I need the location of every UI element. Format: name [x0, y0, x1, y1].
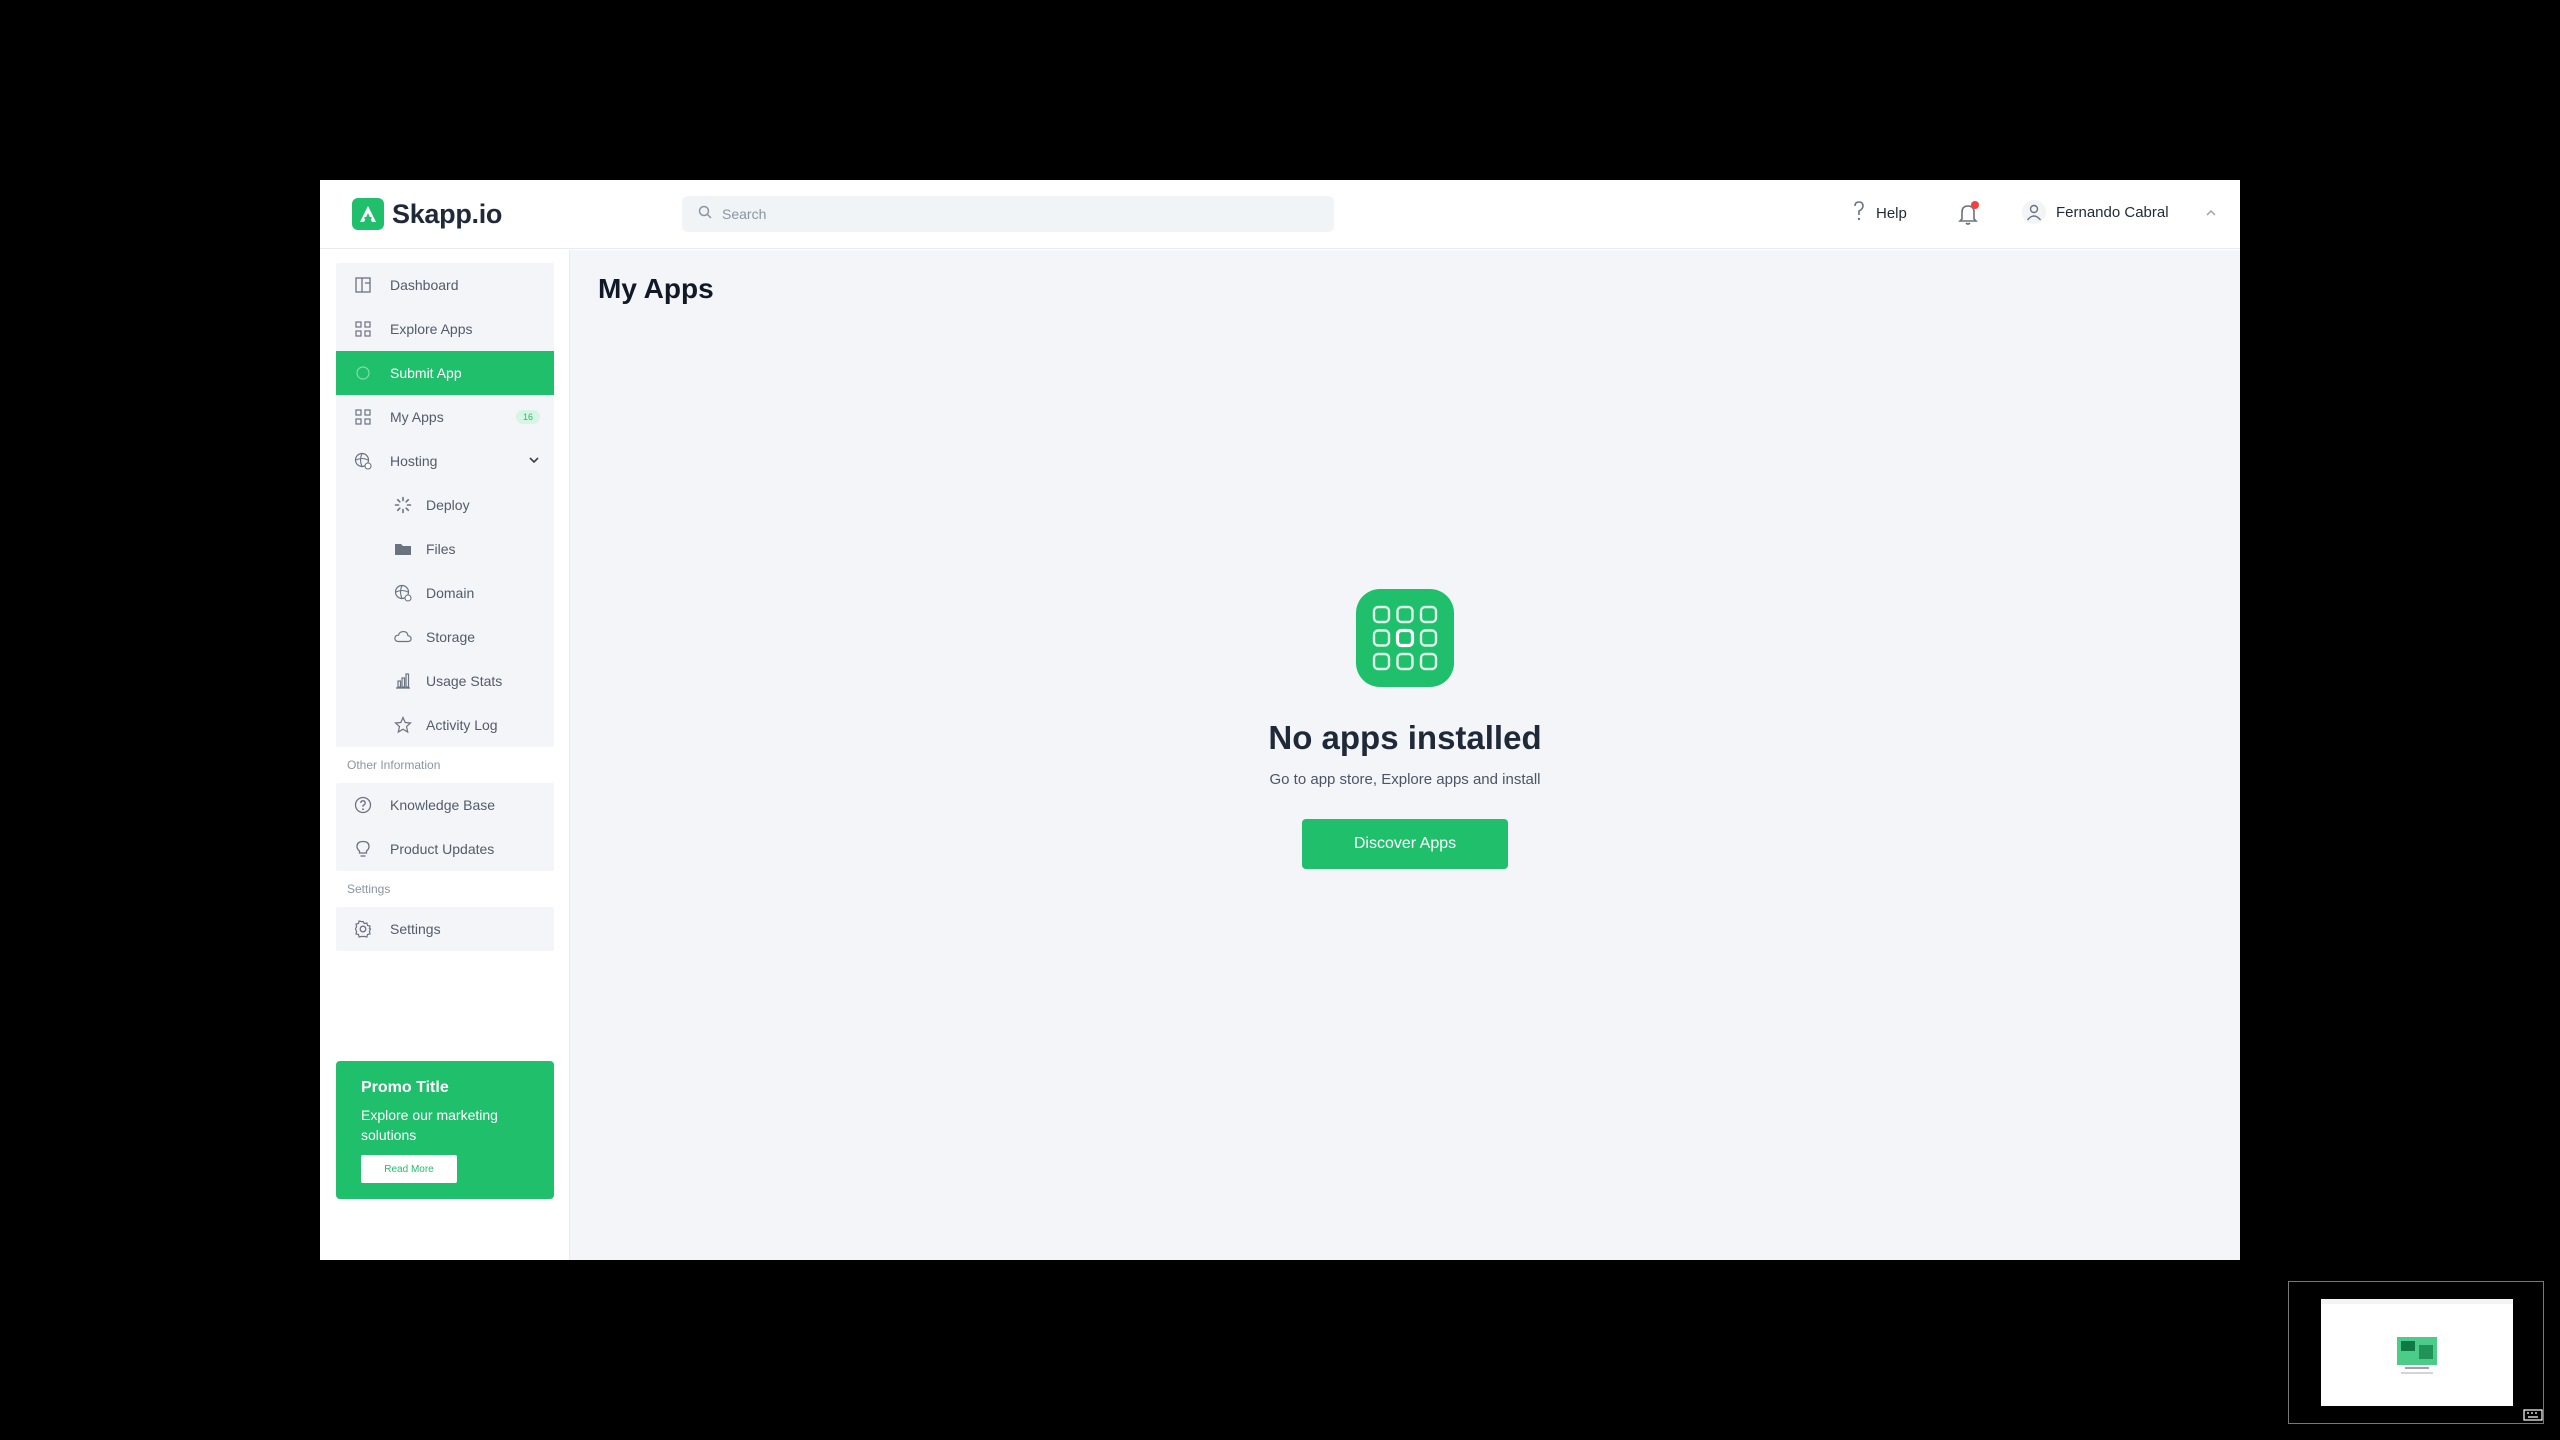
- sidebar-item-label: Usage Stats: [426, 673, 503, 689]
- folder-icon: [394, 540, 412, 558]
- promo-title: Promo Title: [361, 1079, 449, 1096]
- sidebar-item-my-apps[interactable]: My Apps 16: [336, 395, 554, 439]
- sidebar-item-dashboard[interactable]: Dashboard: [336, 263, 554, 307]
- submit-icon: [354, 364, 372, 382]
- count-badge: 16: [515, 410, 540, 424]
- user-name: Fernando Cabral: [2056, 203, 2169, 221]
- preview-screen: [2321, 1299, 2513, 1406]
- window-preview-thumbnail[interactable]: [2288, 1281, 2544, 1424]
- sidebar-item-label: Storage: [426, 629, 476, 645]
- bar-chart-icon: [394, 672, 412, 690]
- keyboard-icon: [2523, 1408, 2543, 1422]
- sidebar-item-product-updates[interactable]: Product Updates: [336, 827, 554, 871]
- app-window: Skapp.io Help Fernando Cabral: [320, 180, 2240, 1260]
- deploy-icon: [394, 496, 412, 514]
- star-icon: [394, 716, 412, 734]
- sidebar-item-label: Product Updates: [390, 841, 495, 857]
- sidebar-item-label: Files: [426, 541, 456, 557]
- grid-icon: [354, 320, 372, 338]
- empty-state: No apps installed Go to app store, Explo…: [570, 589, 2240, 869]
- user-menu[interactable]: Fernando Cabral: [2022, 200, 2217, 224]
- sidebar-item-label: Knowledge Base: [390, 797, 496, 813]
- help-link[interactable]: Help: [1852, 200, 1907, 226]
- sidebar-item-label: Domain: [426, 585, 475, 601]
- sidebar-item-label: Deploy: [426, 497, 470, 513]
- promo-card: Promo Title Explore our marketing soluti…: [336, 1061, 554, 1199]
- empty-state-subtitle: Go to app store, Explore apps and instal…: [1269, 771, 1541, 788]
- sidebar-item-label: Hosting: [390, 453, 438, 469]
- sidebar-item-usage-stats[interactable]: Usage Stats: [336, 659, 554, 703]
- sidebar-item-label: Settings: [390, 921, 441, 937]
- settings-nav: Settings: [336, 907, 554, 951]
- section-label-other-information: Other Information: [347, 758, 441, 772]
- grid-icon: [354, 408, 372, 426]
- sidebar-item-hosting[interactable]: Hosting: [336, 439, 554, 483]
- sidebar-item-knowledge-base[interactable]: Knowledge Base: [336, 783, 554, 827]
- chevron-up-icon[interactable]: [2205, 204, 2217, 221]
- sidebar-item-deploy[interactable]: Deploy: [336, 483, 554, 527]
- globe-icon: [394, 584, 412, 602]
- sidebar-item-label: Explore Apps: [390, 321, 473, 337]
- discover-apps-button[interactable]: Discover Apps: [1302, 819, 1508, 869]
- apps-grid-icon: [1356, 589, 1454, 687]
- cloud-icon: [394, 628, 412, 646]
- sidebar-item-activity-log[interactable]: Activity Log: [336, 703, 554, 747]
- top-header: Skapp.io Help Fernando Cabral: [320, 180, 2240, 249]
- sidebar: Dashboard Explore Apps Submit App My App…: [320, 250, 570, 1260]
- other-info-nav: Knowledge Base Product Updates: [336, 783, 554, 871]
- gear-icon: [354, 920, 372, 938]
- page-title: My Apps: [598, 273, 714, 304]
- main-nav: Dashboard Explore Apps Submit App My App…: [336, 263, 554, 747]
- question-mark-icon: [1852, 200, 1866, 226]
- search-bar[interactable]: [682, 196, 1334, 232]
- section-label-settings: Settings: [347, 882, 391, 896]
- brand-logo[interactable]: Skapp.io: [352, 198, 502, 230]
- sidebar-item-settings[interactable]: Settings: [336, 907, 554, 951]
- empty-state-title: No apps installed: [1268, 719, 1542, 756]
- sidebar-item-domain[interactable]: Domain: [336, 571, 554, 615]
- sidebar-item-files[interactable]: Files: [336, 527, 554, 571]
- avatar: [2022, 200, 2046, 224]
- search-input[interactable]: [720, 205, 1300, 223]
- sidebar-item-label: Submit App: [390, 365, 462, 381]
- sidebar-item-label: My Apps: [390, 409, 444, 425]
- sidebar-item-label: Dashboard: [390, 277, 459, 293]
- sidebar-item-explore-apps[interactable]: Explore Apps: [336, 307, 554, 351]
- logo-icon: [352, 198, 384, 230]
- hosting-icon: [354, 452, 372, 470]
- sidebar-item-storage[interactable]: Storage: [336, 615, 554, 659]
- brand-name: Skapp.io: [392, 198, 503, 229]
- question-circle-icon: [354, 796, 372, 814]
- bell-icon: [1954, 205, 1982, 232]
- notification-dot: [1971, 201, 1979, 209]
- dashboard-icon: [354, 276, 372, 294]
- chevron-down-icon[interactable]: [528, 453, 540, 469]
- main-content: My Apps No apps installed Go to app stor…: [570, 250, 2240, 1260]
- sidebar-item-submit-app[interactable]: Submit App: [336, 351, 554, 395]
- sidebar-item-label: Activity Log: [426, 717, 498, 733]
- help-label: Help: [1876, 204, 1907, 222]
- notifications-button[interactable]: [1954, 200, 1982, 228]
- bulb-icon: [354, 840, 372, 858]
- search-icon: [698, 205, 712, 224]
- read-more-button[interactable]: Read More: [361, 1155, 457, 1183]
- promo-text: Explore our marketing solutions: [361, 1107, 498, 1143]
